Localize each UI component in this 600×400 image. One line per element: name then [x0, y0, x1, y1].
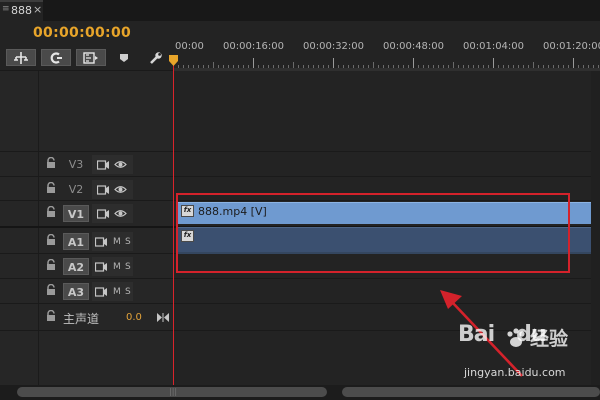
ruler-label: 00:00:48:00 — [383, 41, 445, 52]
lock-icon[interactable] — [46, 284, 56, 296]
track-header-a1: A1 M S — [39, 229, 173, 253]
scroll-grip-icon[interactable]: ||| — [169, 387, 177, 397]
ruler-label: 00:00:32:00 — [303, 41, 365, 52]
sequence-tab[interactable]: ≡ 888 × — [0, 0, 43, 21]
track-target-v2[interactable]: V2 — [63, 181, 89, 198]
track-source-strip — [0, 71, 39, 385]
premiere-timeline-panel: ≡ 888 × 00:00:00:00 00:00 00:00:16:00 00… — [0, 0, 600, 400]
track-target-v1[interactable]: V1 — [63, 205, 89, 222]
ruler-label: 00:00 — [175, 41, 204, 52]
ruler-label: 00:01:04:00 — [463, 41, 525, 52]
sync-lock-icon[interactable] — [97, 185, 110, 195]
go-to-end-icon[interactable] — [157, 313, 169, 322]
sync-lock-icon[interactable] — [97, 209, 110, 219]
snap-button[interactable] — [6, 49, 36, 66]
track-controls — [92, 204, 133, 223]
track-header-master: 主声道 0.0 — [39, 305, 173, 329]
master-track-label: 主声道 — [63, 312, 100, 326]
eye-icon[interactable] — [114, 184, 127, 195]
add-marker-button[interactable] — [76, 49, 106, 66]
lock-icon[interactable] — [46, 259, 56, 271]
ruler-label: 00:01:20:00 — [543, 41, 600, 52]
track-header-column — [39, 71, 173, 385]
mute-button[interactable]: M — [113, 237, 121, 247]
time-ruler[interactable]: 00:00 00:00:16:00 00:00:32:00 00:00:48:0… — [173, 38, 600, 70]
annotation-highlight-box — [176, 193, 570, 273]
sync-lock-icon[interactable] — [95, 237, 108, 247]
track-controls: M S — [92, 282, 133, 301]
playhead-handle-icon[interactable] — [169, 55, 178, 66]
timeline-zoom-scrollbar[interactable] — [342, 387, 600, 397]
sequence-tab-label: 888 — [11, 4, 32, 17]
add-marker-icon — [83, 51, 98, 64]
timeline-settings-button[interactable] — [146, 49, 166, 66]
lock-icon[interactable] — [46, 182, 56, 194]
eye-icon[interactable] — [114, 208, 127, 219]
track-target-a3[interactable]: A3 — [63, 283, 89, 300]
snap-icon — [14, 51, 28, 64]
solo-button[interactable]: S — [125, 262, 131, 272]
panel-menu-icon[interactable]: ≡ — [2, 5, 10, 14]
lock-icon[interactable] — [46, 206, 56, 218]
playhead-timecode[interactable]: 00:00:00:00 — [33, 25, 131, 41]
watermark-url: jingyan.baidu.com — [464, 366, 566, 379]
track-target-a1[interactable]: A1 — [63, 233, 89, 250]
master-volume-value[interactable]: 0.0 — [126, 312, 142, 323]
solo-button[interactable]: S — [125, 237, 131, 247]
track-controls — [92, 155, 133, 174]
lock-icon[interactable] — [46, 310, 56, 322]
track-target-v3[interactable]: V3 — [63, 156, 89, 173]
track-target-a2[interactable]: A2 — [63, 258, 89, 275]
close-icon[interactable]: × — [33, 3, 42, 16]
sync-lock-icon[interactable] — [95, 262, 108, 272]
track-header-a2: A2 M S — [39, 254, 173, 278]
marker-button[interactable] — [114, 49, 134, 66]
sync-lock-icon[interactable] — [95, 287, 108, 297]
track-controls: M S — [92, 257, 133, 276]
wrench-icon — [150, 51, 162, 64]
watermark-text: 经验 — [530, 328, 569, 350]
track-header-v2: V2 — [39, 177, 173, 201]
sync-lock-icon[interactable] — [97, 160, 110, 170]
marker-icon — [120, 53, 128, 62]
panel-tab-bar: ≡ 888 × — [0, 0, 600, 21]
mute-button[interactable]: M — [113, 262, 121, 272]
lock-icon[interactable] — [46, 234, 56, 246]
linked-selection-icon — [50, 51, 62, 64]
mute-button[interactable]: M — [113, 287, 121, 297]
paw-icon — [507, 328, 525, 347]
track-controls — [92, 180, 133, 199]
track-header-a3: A3 M S — [39, 279, 173, 303]
track-header-v1: V1 — [39, 201, 173, 225]
playhead-line[interactable] — [173, 55, 174, 385]
track-header-v3: V3 — [39, 152, 173, 176]
solo-button[interactable]: S — [125, 287, 131, 297]
lock-icon[interactable] — [46, 157, 56, 169]
ruler-label: 00:00:16:00 — [223, 41, 285, 52]
track-controls: M S — [92, 232, 133, 251]
linked-selection-button[interactable] — [41, 49, 71, 66]
eye-icon[interactable] — [114, 159, 127, 170]
baidu-watermark: Bai du 经验 jingyan.baidu.com — [458, 322, 598, 386]
